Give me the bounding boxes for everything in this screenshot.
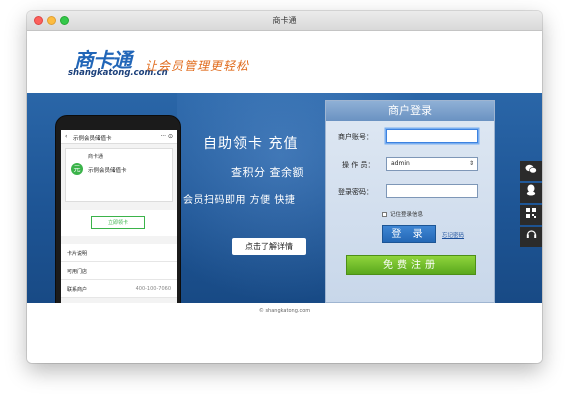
list-item: 联系商户 400-100-7060 bbox=[61, 280, 177, 298]
row-key: 联系商户 bbox=[67, 287, 88, 293]
copyright-text: © shangkatong.com bbox=[258, 308, 311, 314]
login-panel: 商户登录 商户账号： 操 作 员： admin ⇕ 登录密码： 记住登录信息 登… bbox=[325, 100, 495, 303]
operator-value: admin bbox=[391, 160, 410, 167]
login-heading: 商户登录 bbox=[326, 101, 494, 121]
password-input[interactable] bbox=[386, 184, 478, 198]
phone-mockup: ‹ 示例会员储值卡 ··· ⊙ 商卡通 元 示例会员储值卡 立即领卡 卡片说明 bbox=[55, 115, 181, 303]
member-card: 商卡通 元 示例会员储值卡 bbox=[65, 148, 173, 202]
site-footer: © shangkatong.com bbox=[27, 303, 542, 363]
remember-label: 记住登录信息 bbox=[390, 212, 424, 218]
hero-headline: 自助领卡 充值 bbox=[203, 136, 299, 152]
slogan: 让会员管理更轻松 bbox=[145, 59, 250, 73]
operator-select[interactable]: admin ⇕ bbox=[386, 157, 478, 171]
row-key: 卡片说明 bbox=[67, 251, 88, 257]
hero-subline: 查积分 查余额 bbox=[231, 166, 304, 179]
claim-card-area: 立即领卡 bbox=[61, 210, 177, 236]
title-bar: 商卡通 bbox=[27, 11, 542, 31]
password-label: 登录密码： bbox=[338, 188, 373, 196]
hero-banner: ‹ 示例会员储值卡 ··· ⊙ 商卡通 元 示例会员储值卡 立即领卡 卡片说明 bbox=[27, 93, 542, 303]
app-window: 商卡通 商卡通 shangkatong.com.cn 让会员管理更轻松 ‹ 示例… bbox=[27, 11, 542, 363]
account-input[interactable] bbox=[386, 129, 478, 143]
forgot-password-link[interactable]: 忘记密码 bbox=[442, 231, 464, 239]
list-item: 可用门店 bbox=[61, 262, 177, 280]
site-header: 商卡通 shangkatong.com.cn 让会员管理更轻松 bbox=[27, 31, 542, 93]
claim-card-button: 立即领卡 bbox=[91, 216, 145, 229]
operator-label: 操 作 员： bbox=[342, 161, 375, 169]
card-name: 示例会员储值卡 bbox=[88, 168, 127, 174]
card-brand: 商卡通 bbox=[88, 154, 104, 160]
remember-me[interactable]: 记住登录信息 bbox=[382, 210, 423, 218]
window-title: 商卡通 bbox=[272, 16, 297, 25]
qq-icon[interactable] bbox=[520, 183, 542, 203]
phone-screen: ‹ 示例会员储值卡 ··· ⊙ 商卡通 元 示例会员储值卡 立即领卡 卡片说明 bbox=[61, 130, 177, 303]
qrcode-icon[interactable] bbox=[520, 205, 542, 225]
wechat-icon[interactable] bbox=[520, 161, 542, 181]
list-item: 卡片说明 bbox=[61, 244, 177, 262]
row-value: 400-100-7060 bbox=[135, 286, 171, 292]
login-button[interactable]: 登 录 bbox=[382, 225, 436, 243]
remember-checkbox[interactable] bbox=[382, 212, 387, 217]
chevron-down-icon: ⇕ bbox=[468, 160, 474, 167]
hero-tagline: 会员扫码即用 方便 快捷 bbox=[183, 195, 296, 206]
back-arrow-icon: ‹ bbox=[65, 133, 68, 140]
more-icon: ··· ⊙ bbox=[160, 133, 173, 140]
row-key: 可用门店 bbox=[67, 269, 88, 275]
phone-nav-title: 示例会员储值卡 bbox=[73, 136, 112, 142]
phone-nav-bar: ‹ 示例会员储值卡 ··· ⊙ bbox=[61, 130, 177, 144]
account-label: 商户账号： bbox=[338, 133, 373, 141]
headset-icon[interactable] bbox=[520, 227, 542, 247]
card-avatar: 元 bbox=[71, 163, 83, 175]
register-button[interactable]: 免费注册 bbox=[346, 255, 476, 275]
learn-more-button[interactable]: 点击了解详情 bbox=[232, 238, 306, 255]
